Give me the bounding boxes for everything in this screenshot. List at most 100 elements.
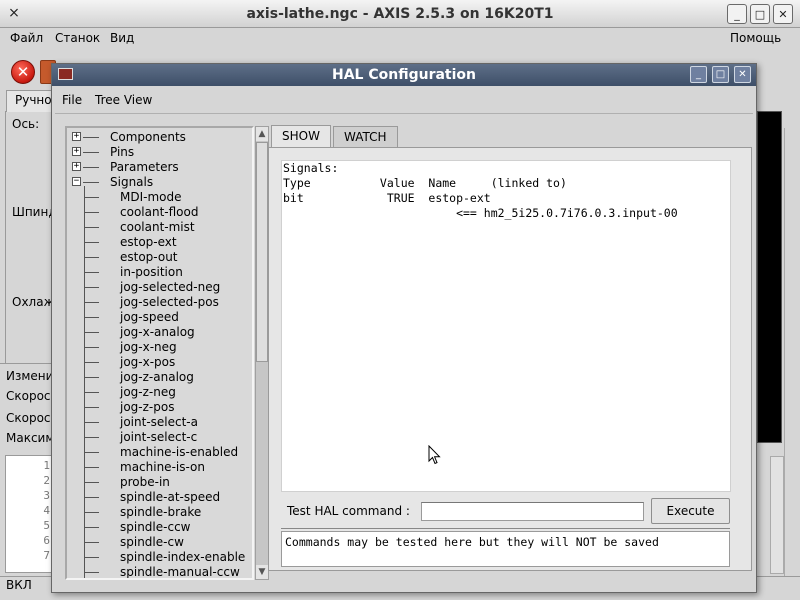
menu-file[interactable]: Файл	[10, 31, 43, 45]
tree-signal-item[interactable]: machine-is-enabled	[67, 445, 252, 460]
max-field: Максим	[6, 431, 54, 445]
gcode-text-area[interactable]: 1 2 3 4 5 6 7	[5, 455, 53, 573]
hal-minimize-icon[interactable]: _	[690, 66, 707, 83]
tree-signal-item[interactable]: machine-is-on	[67, 460, 252, 475]
tree-signal-label: joint-select-a	[120, 415, 198, 429]
tree-signal-label: spindle-ccw	[120, 520, 191, 534]
hal-menu-file[interactable]: File	[62, 93, 82, 107]
scroll-down-icon[interactable]: ▼	[256, 565, 268, 579]
tree-node-pins[interactable]: + Pins	[67, 145, 252, 160]
tree-signal-label: spindle-brake	[120, 505, 202, 519]
tree-connector	[85, 437, 99, 438]
tree-signal-item[interactable]: coolant-mist	[67, 220, 252, 235]
command-divider	[281, 528, 730, 529]
show-line: bit TRUE estop-ext	[283, 191, 491, 205]
tree-signal-item[interactable]: jog-z-pos	[67, 400, 252, 415]
hal-menu-tree-view[interactable]: Tree View	[95, 93, 152, 107]
gcode-scrollbar[interactable]	[770, 456, 784, 574]
tree-signal-item[interactable]: jog-speed	[67, 310, 252, 325]
tree-connector	[85, 407, 99, 408]
tree-connector	[85, 362, 99, 363]
tree-signal-label: jog-selected-neg	[120, 280, 221, 294]
tree-connector	[85, 332, 99, 333]
tree-node-label: Parameters	[110, 160, 179, 174]
tree-signal-item[interactable]: probe-in	[67, 475, 252, 490]
tree-signal-item[interactable]: jog-x-pos	[67, 355, 252, 370]
test-hal-command-input[interactable]	[421, 502, 644, 521]
tree-signal-item[interactable]: estop-ext	[67, 235, 252, 250]
tree-signal-label: joint-select-c	[120, 430, 198, 444]
tree-signal-item[interactable]: spindle-manual-ccw	[67, 565, 252, 579]
toolpath-preview[interactable]	[757, 111, 782, 443]
tree-signal-label: jog-x-neg	[120, 340, 177, 354]
tree-signal-item[interactable]: estop-out	[67, 250, 252, 265]
main-window-title: axis-lathe.ngc - AXIS 2.5.3 on 16K20T1	[246, 6, 554, 22]
left-divider	[0, 363, 52, 364]
tree-signal-item[interactable]: joint-select-c	[67, 430, 252, 445]
tree-signal-item[interactable]: in-position	[67, 265, 252, 280]
tree-signal-item[interactable]: jog-x-analog	[67, 325, 252, 340]
menu-machine[interactable]: Станок	[55, 31, 100, 45]
gcode-line-number: 7	[43, 549, 50, 562]
close-icon[interactable]: ✕	[773, 4, 793, 24]
tree-node-label: Pins	[110, 145, 135, 159]
tree-node-signals[interactable]: − Signals	[67, 175, 252, 190]
tree-connector	[85, 317, 99, 318]
tree-signal-item[interactable]: coolant-flood	[67, 205, 252, 220]
tree-connector	[85, 302, 99, 303]
execute-button[interactable]: Execute	[651, 498, 730, 524]
tree-connector	[85, 377, 99, 378]
expand-icon[interactable]: +	[72, 162, 81, 171]
tree-signal-item[interactable]: spindle-cw	[67, 535, 252, 550]
expand-icon[interactable]: +	[72, 147, 81, 156]
tree-connector	[85, 287, 99, 288]
tree-signal-item[interactable]: jog-selected-pos	[67, 295, 252, 310]
tree-scrollbar-thumb[interactable]	[256, 142, 268, 362]
expand-icon[interactable]: +	[72, 132, 81, 141]
menu-view[interactable]: Вид	[110, 31, 134, 45]
scroll-up-icon[interactable]: ▲	[256, 127, 268, 141]
show-line: Type Value Name (linked to)	[283, 176, 567, 190]
tab-show[interactable]: SHOW	[271, 125, 331, 148]
hal-maximize-icon[interactable]: □	[712, 66, 729, 83]
tree-signal-label: spindle-at-speed	[120, 490, 221, 504]
tree-signal-item[interactable]: spindle-ccw	[67, 520, 252, 535]
tree-connector	[85, 272, 99, 273]
tree-connector	[83, 167, 99, 168]
tree-signal-item[interactable]: jog-selected-neg	[67, 280, 252, 295]
tree-connector	[85, 497, 99, 498]
tab-watch[interactable]: WATCH	[333, 126, 398, 148]
collapse-icon[interactable]: −	[72, 177, 81, 186]
tree-signal-item[interactable]: joint-select-a	[67, 415, 252, 430]
hal-menubar	[55, 88, 753, 114]
estop-icon[interactable]: ✕	[11, 60, 35, 84]
gcode-line-number: 6	[43, 534, 50, 547]
tree-connector	[85, 242, 99, 243]
tree-signal-item[interactable]: MDI-mode	[67, 190, 252, 205]
tree-signal-item[interactable]: spindle-at-speed	[67, 490, 252, 505]
hal-tree-view[interactable]: + Components + Pins + Parameters − Signals MDI-m…	[65, 126, 254, 580]
tree-signal-item[interactable]: jog-z-analog	[67, 370, 252, 385]
tree-signal-item[interactable]: spindle-brake	[67, 505, 252, 520]
speed-field-2: Скорос	[6, 411, 51, 425]
tree-connector	[85, 212, 99, 213]
tree-signal-item[interactable]: spindle-index-enable	[67, 550, 252, 565]
tree-node-parameters[interactable]: + Parameters	[67, 160, 252, 175]
tree-node-components[interactable]: + Components	[67, 130, 252, 145]
tree-signal-item[interactable]: jog-x-neg	[67, 340, 252, 355]
tree-connector	[85, 482, 99, 483]
tree-signal-label: jog-z-neg	[120, 385, 176, 399]
minimize-icon[interactable]: _	[727, 4, 747, 24]
tree-signal-label: spindle-manual-ccw	[120, 565, 240, 579]
tab-manual[interactable]: Ручно	[6, 90, 54, 112]
tree-connector	[85, 422, 99, 423]
tree-signal-item[interactable]: jog-z-neg	[67, 385, 252, 400]
maximize-icon[interactable]: □	[750, 4, 770, 24]
tree-signal-label: probe-in	[120, 475, 170, 489]
hal-close-icon[interactable]: ✕	[734, 66, 751, 83]
tree-signal-label: spindle-cw	[120, 535, 184, 549]
tree-connector	[85, 512, 99, 513]
menu-help[interactable]: Помощь	[730, 31, 781, 45]
tree-connector	[83, 137, 99, 138]
tree-signal-label: coolant-mist	[120, 220, 195, 234]
